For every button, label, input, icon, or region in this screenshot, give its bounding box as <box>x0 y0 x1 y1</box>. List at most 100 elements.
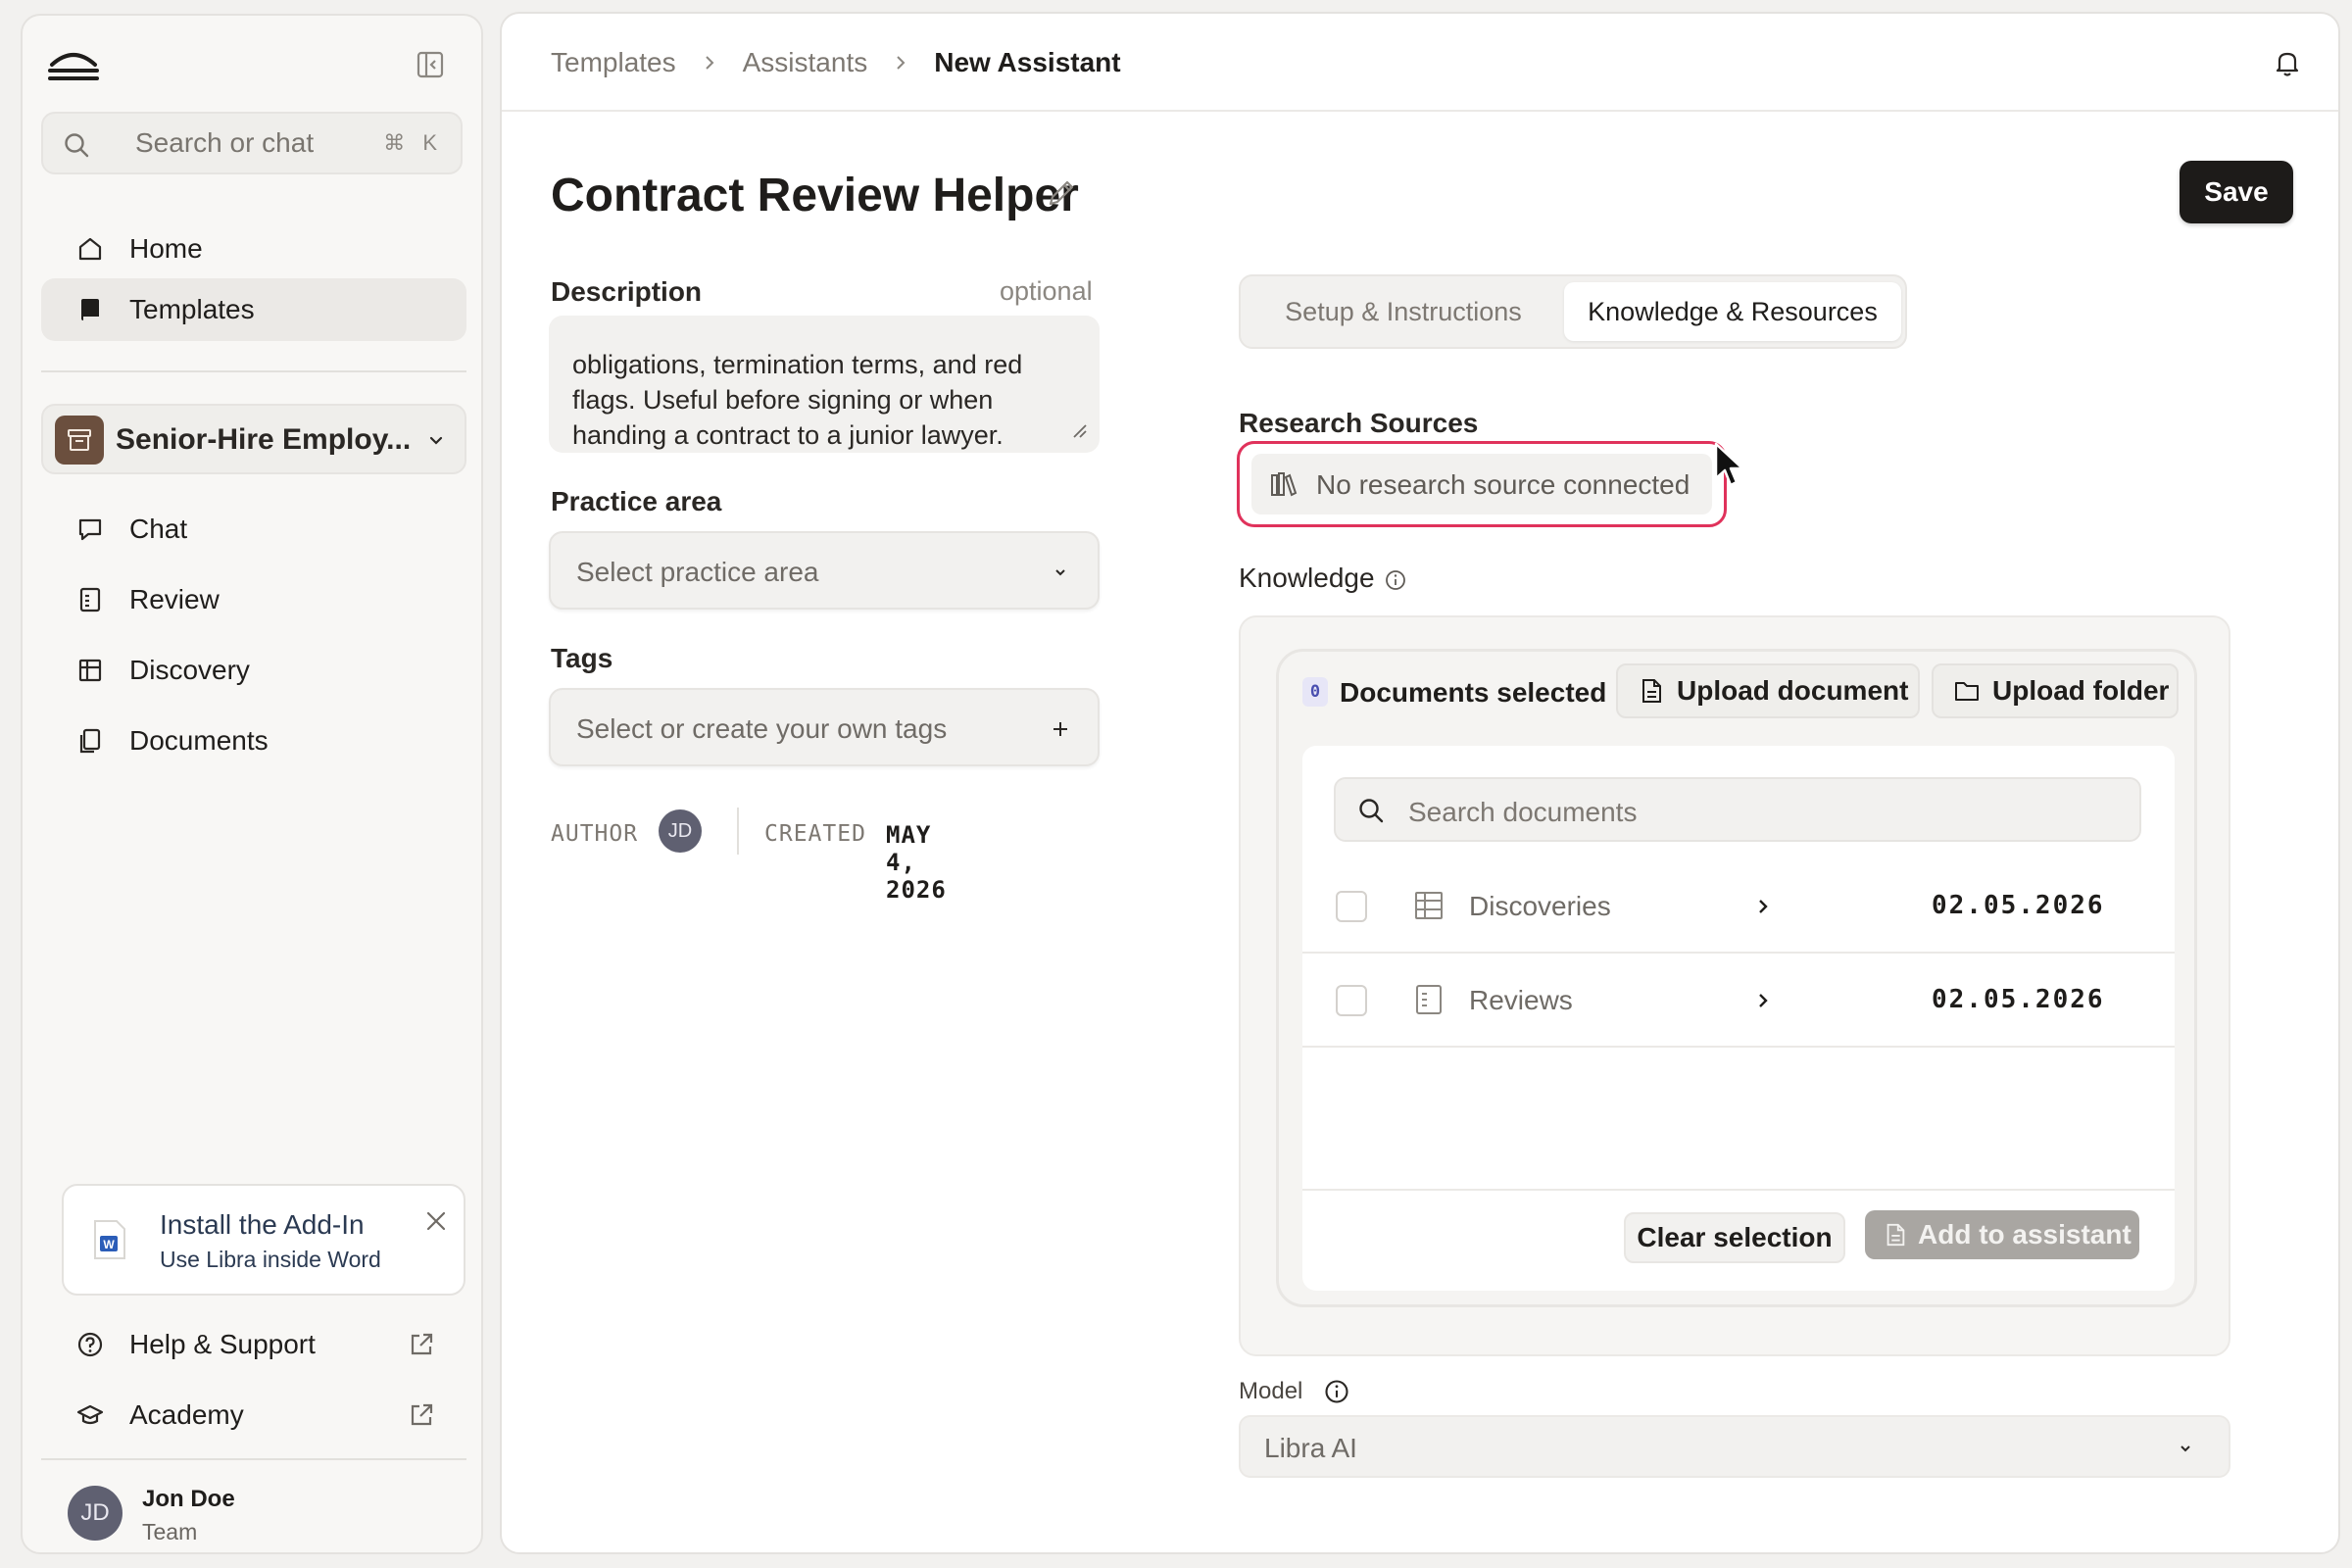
workspace-badge <box>55 416 104 465</box>
sidebar-item-discovery[interactable]: Discovery <box>41 639 466 702</box>
row-checkbox[interactable] <box>1336 985 1367 1016</box>
logo-icon[interactable] <box>48 43 99 82</box>
bell-icon[interactable] <box>2272 47 2303 78</box>
chevron-right-icon <box>897 56 906 70</box>
user-role: Team <box>142 1519 198 1544</box>
clear-selection-button[interactable]: Clear selection <box>1624 1212 1845 1263</box>
info-icon[interactable] <box>1323 1378 1350 1405</box>
word-icon: W <box>94 1220 125 1259</box>
info-icon[interactable] <box>1384 568 1407 592</box>
graduation-cap-icon <box>76 1404 104 1425</box>
research-sources-label: Research Sources <box>1239 408 1479 438</box>
folder-icon <box>1955 682 1979 701</box>
table-row[interactable]: Reviews 02.05.2026 <box>1302 954 2175 1048</box>
pencil-icon[interactable] <box>1045 176 1078 210</box>
tab-knowledge-resources[interactable]: Knowledge & Resources <box>1564 282 1901 341</box>
external-link-icon <box>411 1403 433 1426</box>
list-footer-divider <box>1302 1189 2175 1191</box>
sidebar: Search or chat ⌘ K Home Templates Senior… <box>21 14 483 1554</box>
avatar: JD <box>68 1486 122 1541</box>
row-name: Reviews <box>1469 985 1573 1015</box>
chevron-right-icon <box>705 56 714 70</box>
research-source-highlight: No research source connected <box>1237 441 1727 527</box>
book-icon <box>81 299 99 320</box>
file-icon <box>1642 679 1661 703</box>
tab-bar: Setup & Instructions Knowledge & Resourc… <box>1239 274 1907 349</box>
main-panel: Templates Assistants New Assistant Contr… <box>500 12 2340 1554</box>
sidebar-item-label: Academy <box>129 1399 244 1430</box>
chat-icon <box>78 518 102 541</box>
review-icon <box>1416 985 1442 1014</box>
sidebar-item-label: Chat <box>129 514 188 544</box>
save-button[interactable]: Save <box>2180 161 2293 223</box>
author-avatar: JD <box>659 809 702 853</box>
practice-area-select[interactable]: Select practice area <box>549 531 1100 610</box>
upload-document-button[interactable]: Upload document <box>1616 663 1920 718</box>
knowledge-label: Knowledge <box>1239 563 1375 593</box>
sidebar-item-help[interactable]: Help & Support <box>41 1313 466 1376</box>
table-icon <box>1415 892 1443 919</box>
model-select[interactable]: Libra AI <box>1239 1415 2230 1478</box>
addin-subtitle: Use Libra inside Word <box>160 1247 381 1272</box>
table-icon <box>78 659 102 682</box>
search-icon <box>65 133 89 158</box>
chevron-right-icon[interactable] <box>1755 899 1771 914</box>
workspace-selector[interactable]: Senior-Hire Employ... <box>41 404 466 474</box>
sidebar-item-academy[interactable]: Academy <box>41 1384 466 1446</box>
user-profile[interactable]: JD Jon Doe Team <box>46 1486 467 1550</box>
table-row[interactable]: Discoveries 02.05.2026 <box>1302 859 2175 954</box>
sidebar-item-label: Home <box>129 233 203 264</box>
search-placeholder: Search or chat <box>135 127 315 158</box>
sidebar-item-documents[interactable]: Documents <box>41 710 466 772</box>
chevron-down-icon <box>1055 569 1065 576</box>
description-textarea[interactable]: obligations, termination terms, and red … <box>549 316 1100 453</box>
tags-label: Tags <box>551 643 613 673</box>
research-source-button[interactable]: No research source connected <box>1251 454 1712 514</box>
model-value: Libra AI <box>1264 1433 1357 1463</box>
description-text: obligations, termination terms, and red … <box>572 350 1023 450</box>
row-date: 02.05.2026 <box>1932 985 2105 1014</box>
sidebar-divider <box>41 1458 466 1460</box>
practice-area-placeholder: Select practice area <box>576 557 819 587</box>
upload-folder-button[interactable]: Upload folder <box>1932 663 2179 718</box>
addin-title: Install the Add-In <box>160 1209 365 1240</box>
review-icon <box>79 587 101 612</box>
breadcrumb-assistants[interactable]: Assistants <box>743 47 868 78</box>
addin-card[interactable]: W Install the Add-In Use Libra inside Wo… <box>62 1184 466 1296</box>
sidebar-item-templates[interactable]: Templates <box>41 278 466 341</box>
description-label: Description <box>551 276 703 307</box>
library-icon <box>1271 472 1298 497</box>
upload-folder-label: Upload folder <box>1992 675 2170 706</box>
sidebar-search[interactable]: Search or chat ⌘ K <box>41 112 463 174</box>
top-bar: Templates Assistants New Assistant <box>502 14 2338 112</box>
resize-handle-icon[interactable] <box>1070 421 1088 439</box>
sidebar-item-review[interactable]: Review <box>41 568 466 631</box>
page-title: Contract Review Helper <box>551 170 1079 221</box>
tags-input[interactable]: Select or create your own tags <box>549 688 1100 766</box>
add-to-assistant-label: Add to assistant <box>1918 1219 2132 1250</box>
row-checkbox[interactable] <box>1336 891 1367 922</box>
add-to-assistant-button[interactable]: Add to assistant <box>1865 1210 2139 1259</box>
practice-area-label: Practice area <box>551 486 722 516</box>
sidebar-item-chat[interactable]: Chat <box>41 498 466 561</box>
sidebar-item-label: Documents <box>129 725 269 756</box>
file-icon <box>1886 1223 1905 1247</box>
tags-placeholder: Select or create your own tags <box>576 713 948 744</box>
chevron-right-icon[interactable] <box>1755 993 1771 1008</box>
sidebar-item-home[interactable]: Home <box>41 218 466 280</box>
collapse-sidebar-icon[interactable] <box>415 49 446 80</box>
sidebar-divider <box>41 370 466 372</box>
tab-setup-instructions[interactable]: Setup & Instructions <box>1247 282 1560 341</box>
upload-document-label: Upload document <box>1677 675 1909 706</box>
breadcrumb: Templates Assistants New Assistant <box>551 47 1121 78</box>
breadcrumb-templates[interactable]: Templates <box>551 47 676 78</box>
close-icon[interactable] <box>424 1209 448 1233</box>
research-source-empty: No research source connected <box>1316 469 1690 500</box>
workspace-name: Senior-Hire Employ... <box>116 423 412 456</box>
plus-icon[interactable] <box>1051 719 1070 739</box>
meta-divider <box>737 808 739 855</box>
search-documents-input[interactable]: Search documents <box>1334 777 2141 842</box>
model-label: Model <box>1239 1378 1303 1404</box>
user-name: Jon Doe <box>142 1486 235 1512</box>
author-label: AUTHOR <box>551 821 639 847</box>
